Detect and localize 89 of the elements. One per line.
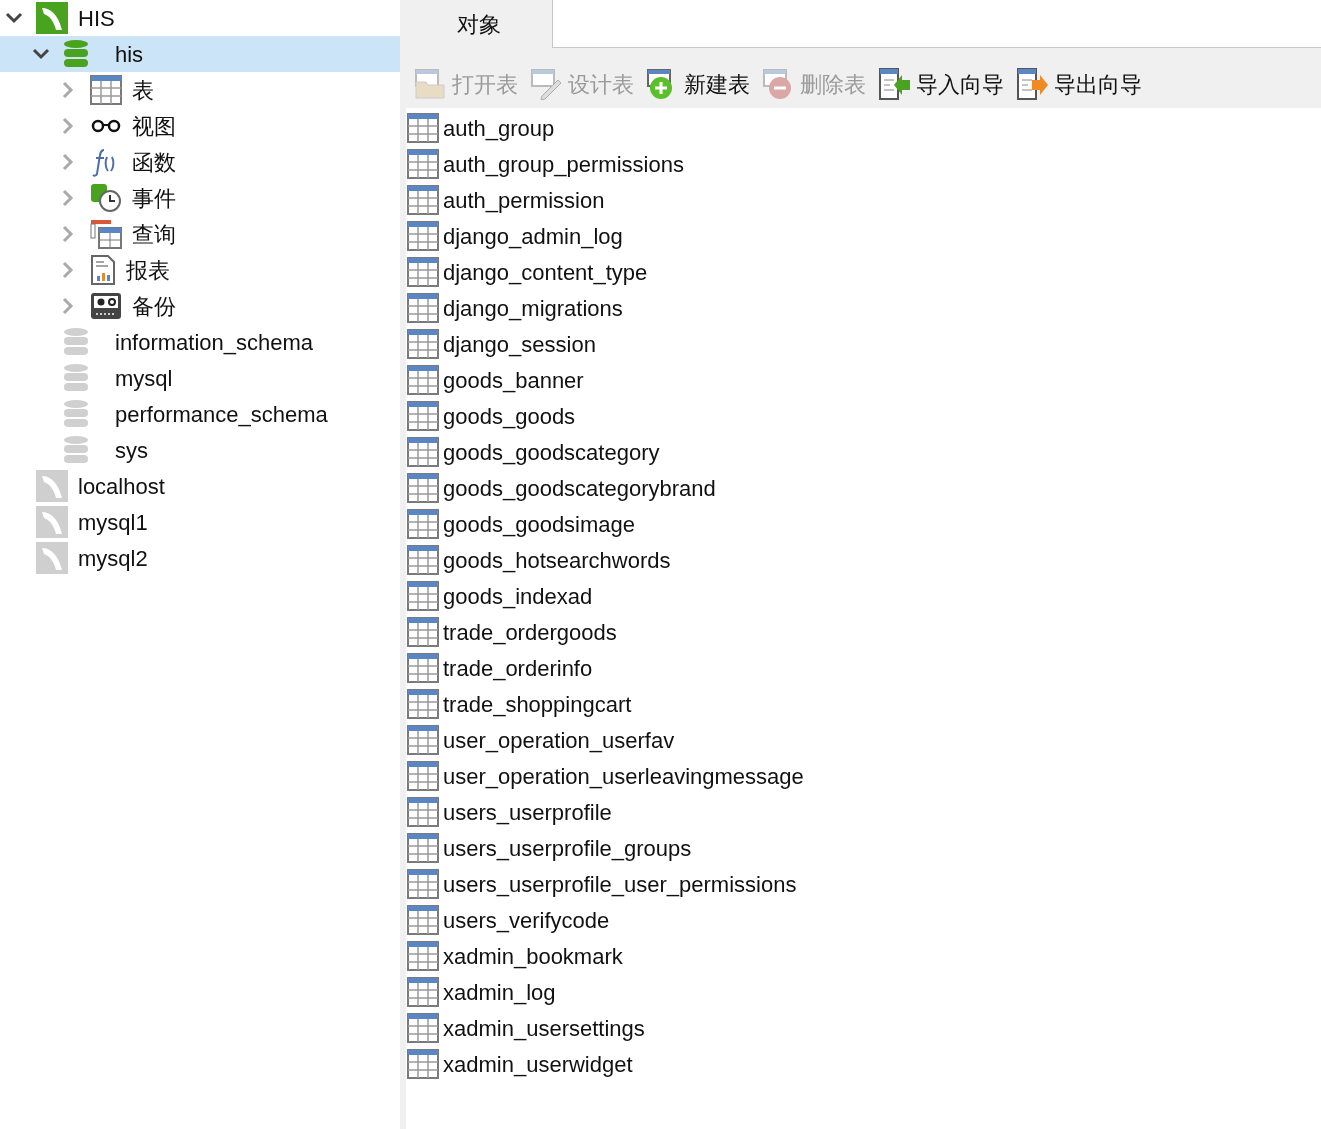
tree-item[interactable]: information_schema: [0, 324, 400, 360]
table-icon: [407, 977, 439, 1007]
table-icon: [407, 833, 439, 863]
table-icon: [407, 1049, 439, 1079]
table-pencil-icon: [530, 68, 564, 100]
tree-item[interactable]: mysql1: [0, 504, 400, 540]
table-item[interactable]: auth_group: [406, 110, 1321, 146]
table-item[interactable]: user_operation_userleavingmessage: [406, 758, 1321, 794]
table-item[interactable]: xadmin_log: [406, 974, 1321, 1010]
table-item[interactable]: goods_goods: [406, 398, 1321, 434]
table-item[interactable]: users_userprofile: [406, 794, 1321, 830]
table-icon: [407, 329, 439, 359]
tree-item[interactable]: 表: [0, 72, 400, 108]
table-icon: [407, 437, 439, 467]
table-icon: [407, 365, 439, 395]
tree-item[interactable]: 查询: [0, 216, 400, 252]
database-icon: [63, 363, 89, 393]
table-item[interactable]: xadmin_usersettings: [406, 1010, 1321, 1046]
database-icon: [63, 399, 89, 429]
table-icon: [407, 797, 439, 827]
tree-item[interactable]: 报表: [0, 252, 400, 288]
table-item[interactable]: xadmin_bookmark: [406, 938, 1321, 974]
table-icon: [407, 473, 439, 503]
table-icon: [407, 185, 439, 215]
table-icon: [407, 113, 439, 143]
tab[interactable]: 对象: [406, 0, 553, 48]
table-icon: [407, 509, 439, 539]
tree-item[interactable]: 事件: [0, 180, 400, 216]
table-item[interactable]: django_session: [406, 326, 1321, 362]
table-icon: [90, 75, 122, 105]
toolbar-button[interactable]: 导入向导: [878, 64, 1004, 104]
table-icon: [407, 221, 439, 251]
table-icon: [407, 869, 439, 899]
table-item[interactable]: trade_ordergoods: [406, 614, 1321, 650]
table-icon: [407, 257, 439, 287]
table-item[interactable]: django_content_type: [406, 254, 1321, 290]
tree-item[interactable]: his: [0, 36, 400, 72]
table-icon: [407, 653, 439, 683]
folder-table-icon: [414, 68, 448, 100]
query-table-icon: [90, 219, 122, 249]
table-item[interactable]: auth_permission: [406, 182, 1321, 218]
document-arrow-out-icon: [1016, 68, 1050, 100]
table-item[interactable]: django_migrations: [406, 290, 1321, 326]
table-item[interactable]: users_verifycode: [406, 902, 1321, 938]
toolbar-button[interactable]: 新建表: [646, 64, 750, 104]
table-icon: [407, 1013, 439, 1043]
table-icon: [407, 581, 439, 611]
database-icon: [63, 39, 89, 69]
table-icon: [407, 617, 439, 647]
report-icon: [90, 255, 116, 285]
cassette-icon: [90, 292, 122, 320]
table-item[interactable]: goods_banner: [406, 362, 1321, 398]
tree-item[interactable]: performance_schema: [0, 396, 400, 432]
table-icon: [407, 149, 439, 179]
table-icon: [407, 293, 439, 323]
table-item[interactable]: user_operation_userfav: [406, 722, 1321, 758]
tree-item[interactable]: mysql2: [0, 540, 400, 576]
database-icon: [63, 327, 89, 357]
document-arrow-in-icon: [878, 68, 912, 100]
table-item[interactable]: goods_hotsearchwords: [406, 542, 1321, 578]
tree-item[interactable]: localhost: [0, 468, 400, 504]
table-icon: [407, 725, 439, 755]
table-item[interactable]: trade_shoppingcart: [406, 686, 1321, 722]
table-item[interactable]: goods_indexad: [406, 578, 1321, 614]
table-item[interactable]: trade_orderinfo: [406, 650, 1321, 686]
table-item[interactable]: goods_goodscategorybrand: [406, 470, 1321, 506]
table-icon: [407, 545, 439, 575]
toolbar-button[interactable]: 导出向导: [1016, 64, 1142, 104]
tree-item[interactable]: sys: [0, 432, 400, 468]
table-item[interactable]: django_admin_log: [406, 218, 1321, 254]
table-icon: [407, 941, 439, 971]
table-item[interactable]: users_userprofile_groups: [406, 830, 1321, 866]
table-icon: [407, 761, 439, 791]
table-item[interactable]: auth_group_permissions: [406, 146, 1321, 182]
tree-item[interactable]: 视图: [0, 108, 400, 144]
database-clock-icon: [90, 183, 122, 213]
table-item[interactable]: goods_goodscategory: [406, 434, 1321, 470]
table-icon: [407, 905, 439, 935]
tree-item[interactable]: HIS: [0, 0, 400, 36]
table-icon: [407, 689, 439, 719]
table-item[interactable]: users_userprofile_user_permissions: [406, 866, 1321, 902]
table-item[interactable]: xadmin_userwidget: [406, 1046, 1321, 1082]
glasses-icon: [90, 119, 122, 133]
database-icon: [63, 435, 89, 465]
table-icon: [407, 401, 439, 431]
tree-item[interactable]: 备份: [0, 288, 400, 324]
tree-item[interactable]: mysql: [0, 360, 400, 396]
table-item[interactable]: goods_goodsimage: [406, 506, 1321, 542]
tree-item[interactable]: 函数: [0, 144, 400, 180]
